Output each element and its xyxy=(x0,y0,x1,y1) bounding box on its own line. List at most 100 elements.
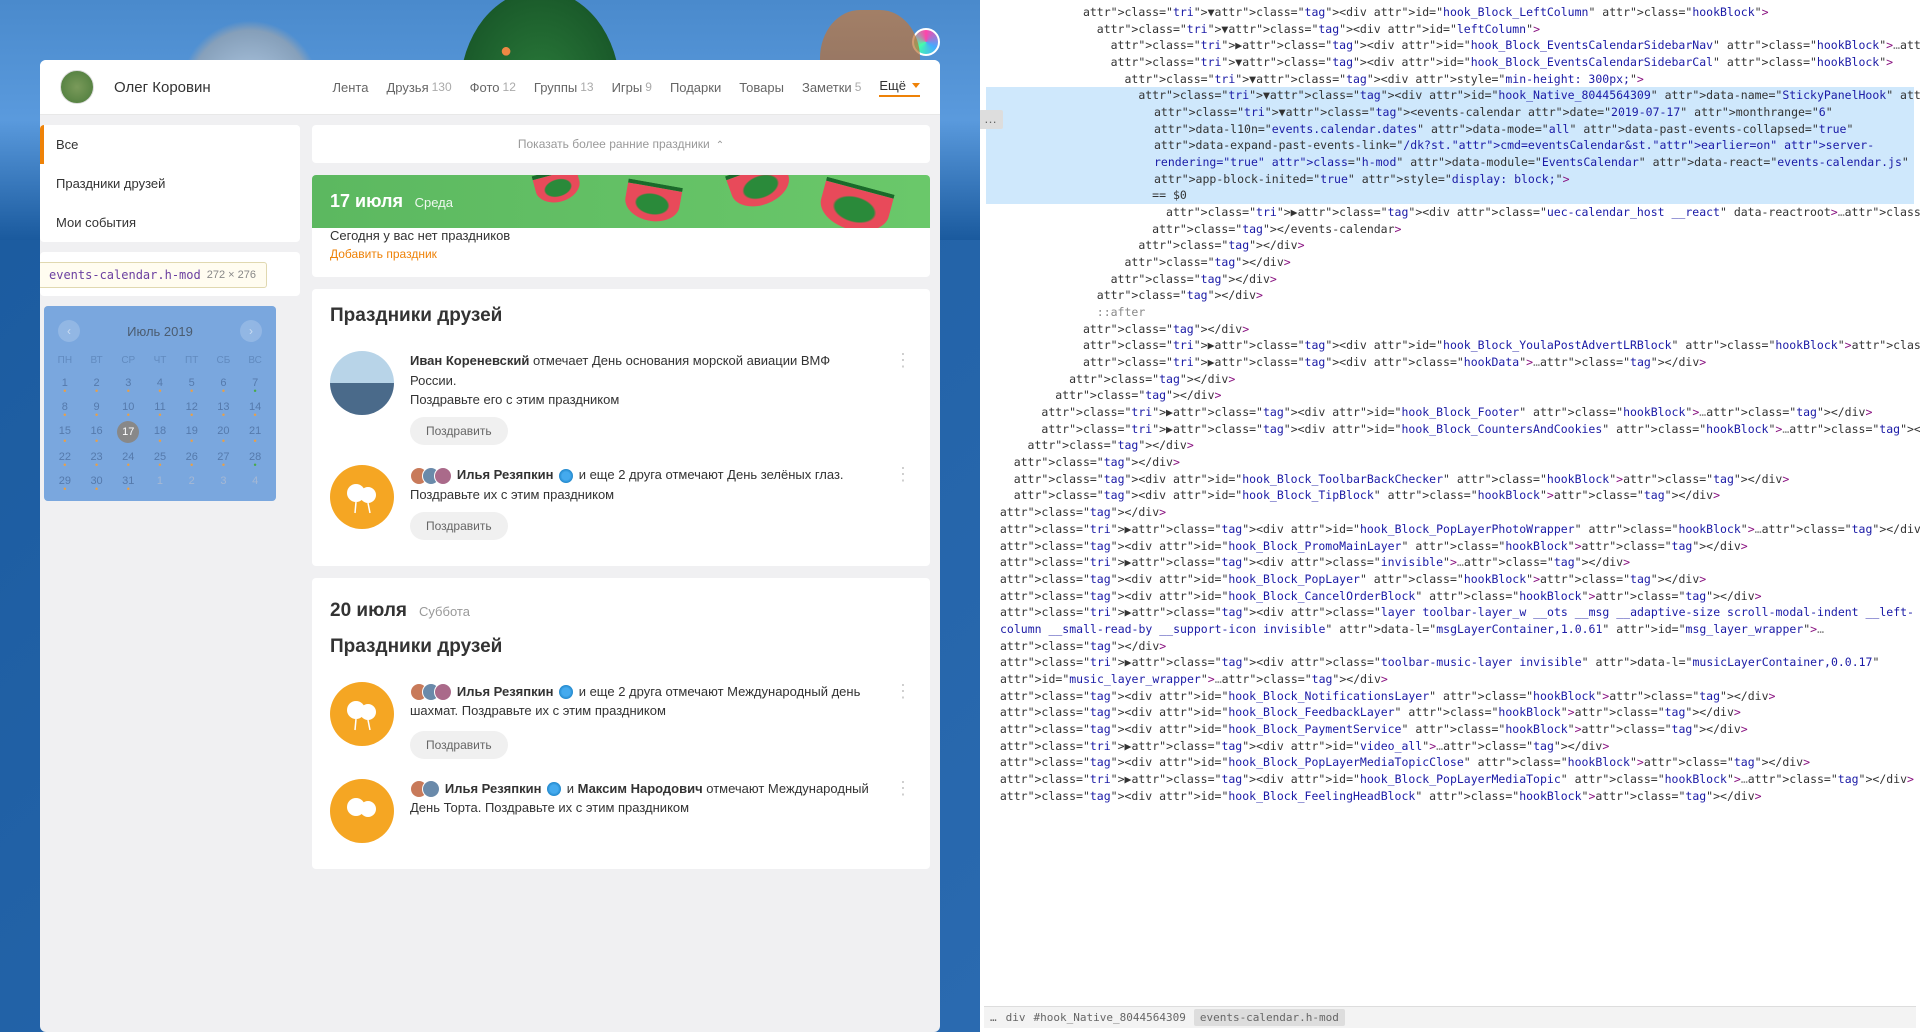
devtools-line[interactable]: attr">class="tag"><div attr">id="hook_Bl… xyxy=(986,788,1914,805)
more-icon[interactable]: ⋮ xyxy=(894,779,912,843)
friend-name-link[interactable]: Илья Резяпкин xyxy=(457,684,554,699)
devtools-line[interactable]: attr">class="tri">▶attr">class="tag"><di… xyxy=(986,204,1914,221)
calendar-day[interactable]: 7 xyxy=(240,373,270,393)
calendar-day[interactable]: 26 xyxy=(177,447,207,467)
devtools-line[interactable]: attr">class="tri">▶attr">class="tag"><di… xyxy=(986,521,1914,538)
devtools-line[interactable]: attr">class="tag"></events-calendar> xyxy=(986,221,1914,238)
username[interactable]: Олег Коровин xyxy=(114,79,211,96)
devtools-line[interactable]: attr">class="tag"></div> xyxy=(986,237,1914,254)
sidebar-item-my[interactable]: Мои события xyxy=(40,203,300,242)
devtools-line[interactable]: attr">class="tri">▼attr">class="tag"><di… xyxy=(986,4,1914,21)
calendar-day[interactable]: 20 xyxy=(209,421,239,443)
devtools-line[interactable]: ::after xyxy=(986,304,1914,321)
calendar-day[interactable]: 13 xyxy=(209,397,239,417)
calendar-day[interactable]: 19 xyxy=(177,421,207,443)
devtools-line[interactable]: attr">class="tag"><div attr">id="hook_Bl… xyxy=(986,588,1914,605)
devtools-line[interactable]: attr">class="tag"></div> xyxy=(986,271,1914,288)
today-add-link[interactable]: Добавить праздник xyxy=(330,247,912,261)
devtools-line[interactable]: attr">class="tag"></div> xyxy=(986,454,1914,471)
devtools-line[interactable]: attr">class="tri">▼attr">class="tag"><di… xyxy=(986,54,1914,71)
nav-friends[interactable]: Друзья 130 xyxy=(386,80,451,95)
devtools-line[interactable]: attr">class="tag"></div> xyxy=(986,387,1914,404)
calendar-day[interactable]: 1 xyxy=(145,471,175,491)
devtools-line[interactable]: attr">class="tag"><div attr">id="hook_Bl… xyxy=(986,721,1914,738)
congratulate-button[interactable]: Поздравить xyxy=(410,731,508,759)
devtools-line[interactable]: attr">class="tri">▶attr">class="tag"><di… xyxy=(986,354,1914,371)
avatar[interactable] xyxy=(60,70,94,104)
friend-name-link[interactable]: Максим Народович xyxy=(578,781,703,796)
friend-avatar[interactable] xyxy=(330,351,394,415)
calendar-day[interactable]: 11 xyxy=(145,397,175,417)
calendar-day[interactable]: 14 xyxy=(240,397,270,417)
calendar-day[interactable]: 24 xyxy=(113,447,143,467)
devtools-line[interactable]: attr">class="tag"></div> xyxy=(986,321,1914,338)
calendar-day[interactable]: 28 xyxy=(240,447,270,467)
devtools-line[interactable]: attr">class="tag"><div attr">id="hook_Bl… xyxy=(986,471,1914,488)
calendar-day[interactable]: 8 xyxy=(50,397,80,417)
calendar-day[interactable]: 23 xyxy=(82,447,112,467)
calendar-day[interactable]: 29 xyxy=(50,471,80,491)
sidebar-add-event[interactable]: 🎈 Добавить праздник events-calendar.h-mo… xyxy=(40,252,300,296)
devtools-line[interactable]: attr">class="tri">▶attr">class="tag"><di… xyxy=(986,771,1914,788)
calendar-day[interactable]: 15 xyxy=(50,421,80,443)
sidebar-item-all[interactable]: Все xyxy=(40,125,300,164)
calendar-day[interactable]: 17 xyxy=(117,421,139,443)
congratulate-button[interactable]: Поздравить xyxy=(410,512,508,540)
nav-goods[interactable]: Товары xyxy=(739,80,784,95)
calendar-day[interactable]: 25 xyxy=(145,447,175,467)
devtools-line[interactable]: attr">class="tag"><div attr">id="hook_Bl… xyxy=(986,704,1914,721)
calendar-day[interactable]: 22 xyxy=(50,447,80,467)
sidebar-item-friends[interactable]: Праздники друзей xyxy=(40,164,300,203)
calendar-day[interactable]: 1 xyxy=(50,373,80,393)
mini-avatar[interactable] xyxy=(434,467,452,485)
congratulate-button[interactable]: Поздравить xyxy=(410,417,508,445)
devtools-line[interactable]: attr">class="tri">▼attr">class="tag"><di… xyxy=(986,87,1914,104)
devtools-line[interactable]: attr">class="tag"></div> xyxy=(986,287,1914,304)
more-icon[interactable]: ⋮ xyxy=(894,682,912,759)
calendar-day[interactable]: 18 xyxy=(145,421,175,443)
orb-icon[interactable] xyxy=(912,28,940,56)
devtools-breadcrumb[interactable]: … div #hook_Native_8044564309 events-cal… xyxy=(984,1006,1916,1028)
more-icon[interactable]: ⋮ xyxy=(894,465,912,540)
devtools-line[interactable]: attr">class="tri">▶attr">class="tag"><di… xyxy=(986,654,1914,687)
nav-games[interactable]: Игры 9 xyxy=(612,80,652,95)
devtools-line[interactable]: attr">class="tag"></div> xyxy=(986,254,1914,271)
friend-name-link[interactable]: Илья Резяпкин xyxy=(457,467,554,482)
devtools-line[interactable]: attr">class="tag"><div attr">id="hook_Bl… xyxy=(986,688,1914,705)
calendar-day[interactable]: 3 xyxy=(113,373,143,393)
devtools-line[interactable]: attr">class="tri">▶attr">class="tag"><di… xyxy=(986,554,1914,571)
devtools-line[interactable]: attr">class="tri">▶attr">class="tag"><di… xyxy=(986,37,1914,54)
devtools-ellipsis[interactable]: … xyxy=(980,110,1003,129)
devtools-line[interactable]: attr">class="tag"><div attr">id="hook_Bl… xyxy=(986,754,1914,771)
nav-groups[interactable]: Группы 13 xyxy=(534,80,594,95)
more-icon[interactable]: ⋮ xyxy=(894,351,912,445)
devtools-line[interactable]: attr">class="tri">▶attr">class="tag"><di… xyxy=(986,337,1914,354)
devtools-line[interactable]: attr">class="tag"><div attr">id="hook_Bl… xyxy=(986,571,1914,588)
calendar-day[interactable]: 3 xyxy=(209,471,239,491)
devtools-line[interactable]: attr">class="tri">▶attr">class="tag"><di… xyxy=(986,738,1914,755)
calendar-day[interactable]: 4 xyxy=(145,373,175,393)
devtools-line[interactable]: attr">class="tag"></div> xyxy=(986,371,1914,388)
nav-photo[interactable]: Фото 12 xyxy=(470,80,516,95)
devtools-line[interactable]: attr">class="tri">▼attr">class="tag"><di… xyxy=(986,71,1914,88)
devtools-line[interactable]: attr">class="tag"></div> xyxy=(986,504,1914,521)
devtools-line[interactable]: attr">class="tri">▼attr">class="tag"><di… xyxy=(986,21,1914,38)
calendar-day[interactable]: 27 xyxy=(209,447,239,467)
devtools-line[interactable]: attr">class="tri">▼attr">class="tag"><ev… xyxy=(986,104,1914,187)
devtools-line[interactable]: attr">class="tag"></div> xyxy=(986,437,1914,454)
devtools-line[interactable]: attr">class="tag"><div attr">id="hook_Bl… xyxy=(986,487,1914,504)
nav-notes[interactable]: Заметки 5 xyxy=(802,80,861,95)
calendar-day[interactable]: 2 xyxy=(82,373,112,393)
calendar-widget[interactable]: ‹ Июль 2019 › ПНВТСРЧТПТСБВС123456789101… xyxy=(44,306,276,501)
devtools-line[interactable]: attr">class="tri">▶attr">class="tag"><di… xyxy=(986,421,1914,438)
calendar-day[interactable]: 6 xyxy=(209,373,239,393)
nav-gifts[interactable]: Подарки xyxy=(670,80,721,95)
calendar-day[interactable]: 30 xyxy=(82,471,112,491)
calendar-day[interactable]: 31 xyxy=(113,471,143,491)
calendar-day[interactable]: 16 xyxy=(82,421,112,443)
devtools-elements[interactable]: … attr">class="tri">▼attr">class="tag"><… xyxy=(980,0,1920,1032)
calendar-day[interactable]: 10 xyxy=(113,397,143,417)
calendar-day[interactable]: 4 xyxy=(240,471,270,491)
calendar-day[interactable]: 9 xyxy=(82,397,112,417)
calendar-next[interactable]: › xyxy=(240,320,262,342)
